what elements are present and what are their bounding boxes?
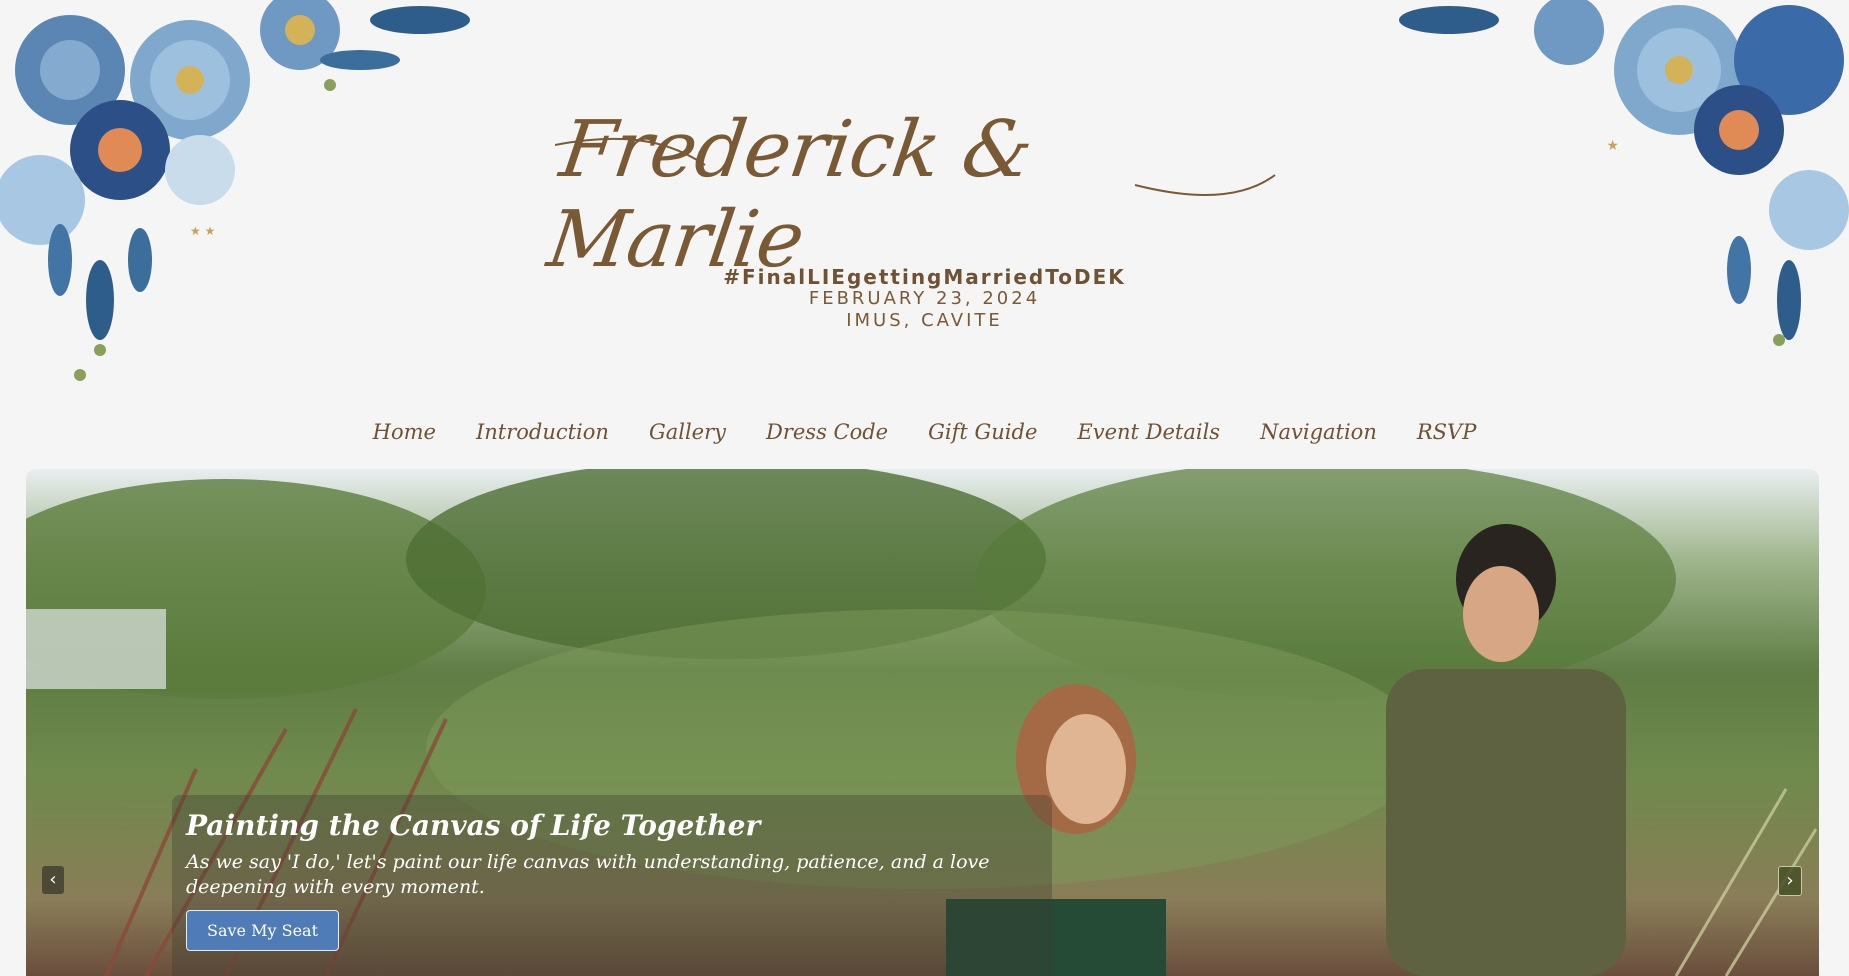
svg-text:★ ★: ★ ★ bbox=[190, 224, 215, 238]
couple-names-text: Frederick & Marlie bbox=[542, 105, 1038, 285]
nav-item-rsvp[interactable]: RSVP bbox=[1417, 420, 1477, 444]
nav-item-home[interactable]: Home bbox=[373, 420, 436, 444]
floral-decoration-right: ★ bbox=[1399, 0, 1849, 346]
nav-item-gallery[interactable]: Gallery bbox=[649, 420, 726, 444]
wedding-hashtag: #FinalLIEgettingMarriedToDEK bbox=[723, 265, 1126, 289]
hero-caption: Painting the Canvas of Life Together As … bbox=[172, 795, 1052, 976]
wedding-date: FEBRUARY 23, 2024 bbox=[808, 288, 1041, 309]
chevron-left-icon: ‹ bbox=[49, 869, 57, 890]
save-my-seat-button[interactable]: Save My Seat bbox=[186, 910, 339, 951]
hero-carousel: Painting the Canvas of Life Together As … bbox=[26, 469, 1819, 976]
nav-item-introduction[interactable]: Introduction bbox=[476, 420, 609, 444]
floral-decoration-left: ★ ★ bbox=[0, 0, 470, 381]
nav-item-event-details[interactable]: Event Details bbox=[1077, 420, 1220, 444]
hero-description: As we say 'I do,' let's paint our life c… bbox=[186, 851, 990, 898]
nav-item-dress-code[interactable]: Dress Code bbox=[766, 420, 888, 444]
nav-item-gift-guide[interactable]: Gift Guide bbox=[928, 420, 1037, 444]
carousel-prev-button[interactable]: ‹ bbox=[42, 866, 64, 894]
chevron-right-icon: › bbox=[1786, 870, 1794, 891]
carousel-next-button[interactable]: › bbox=[1778, 866, 1802, 896]
nav-item-navigation[interactable]: Navigation bbox=[1260, 420, 1377, 444]
hero-heading: Painting the Canvas of Life Together bbox=[186, 809, 761, 842]
wedding-venue: IMUS, CAVITE bbox=[846, 310, 1003, 331]
main-navigation: Home Introduction Gallery Dress Code Gif… bbox=[0, 420, 1849, 444]
svg-text:★: ★ bbox=[1606, 138, 1619, 154]
couple-names-title: Frederick & Marlie bbox=[542, 105, 1285, 285]
